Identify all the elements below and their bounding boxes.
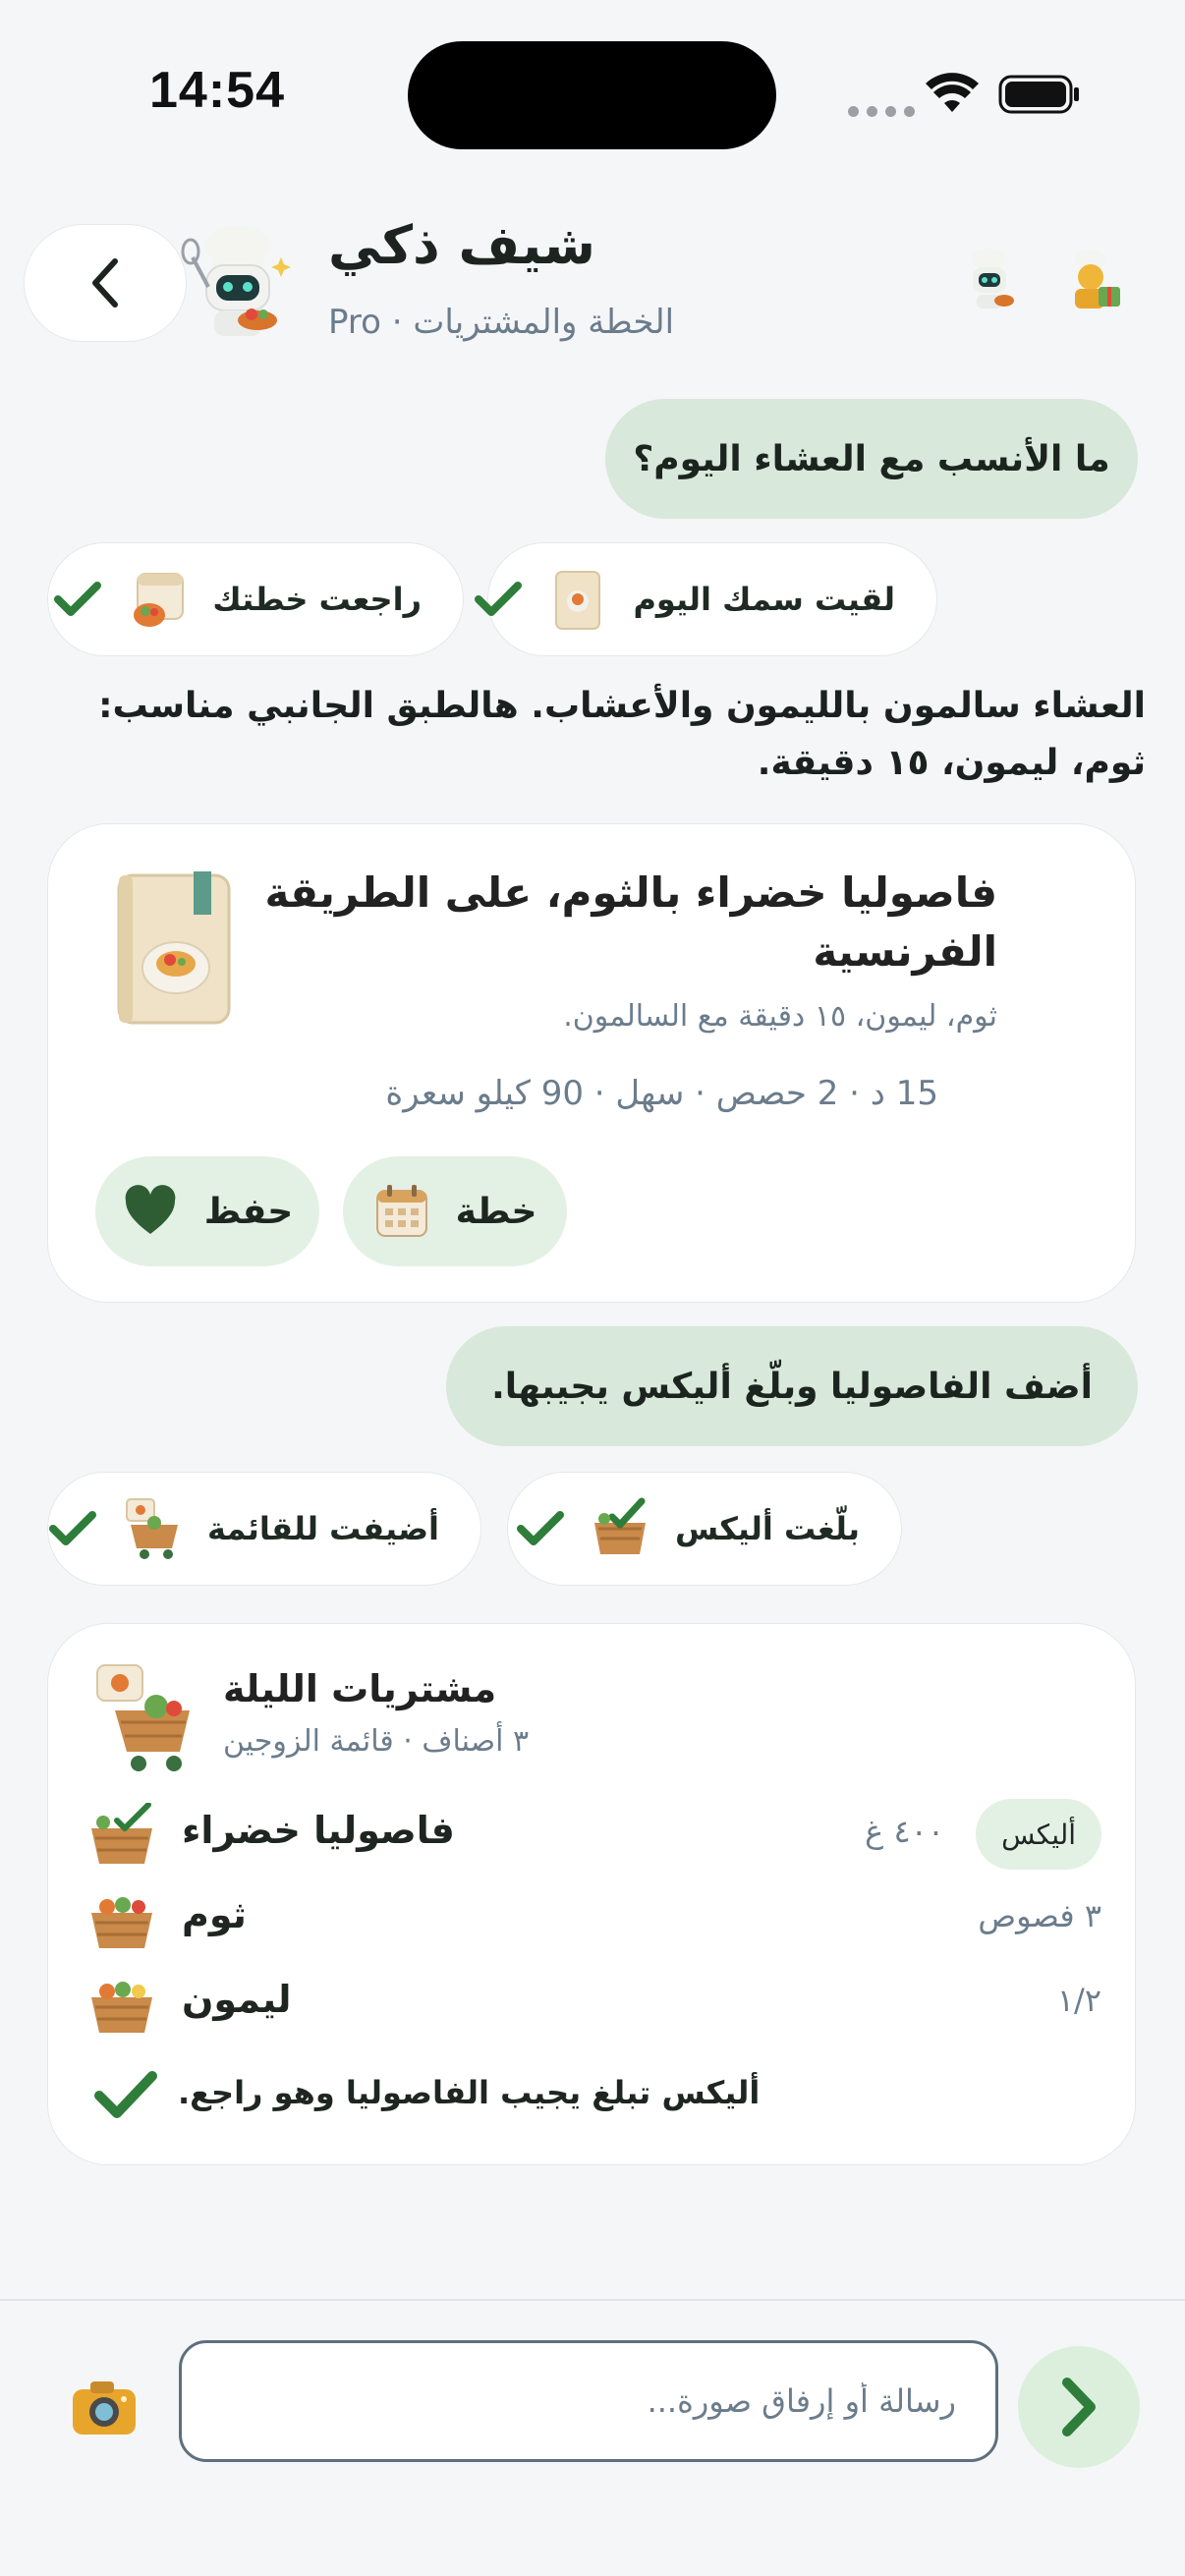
- composer-divider: [0, 2299, 1185, 2301]
- chip-label: لقيت سمك اليوم: [633, 581, 895, 618]
- recipe-card[interactable]: فاصوليا خضراء بالثوم، على الطريقة الفرنس…: [47, 823, 1136, 1303]
- user-message: أضف الفاصوليا وبلّغ أليكس يجيبها.: [446, 1326, 1138, 1446]
- shopping-item[interactable]: ثوم ٣ فصوص: [87, 1883, 1101, 1958]
- recipe-actions: حفظ خطة: [95, 1156, 567, 1266]
- recipe-book-icon: [117, 871, 231, 1025]
- dynamic-island: [408, 41, 776, 149]
- status-chip-added: أضيفت للقائمة: [47, 1472, 481, 1586]
- cart-list-icon: [126, 1498, 178, 1559]
- shopping-cart-icon: [96, 1664, 190, 1771]
- basket-icon: [91, 1803, 152, 1864]
- chat-header: شيف ذكي الخطة والمشتريات · Pro: [0, 196, 1185, 373]
- chip-label: أضيفت للقائمة: [207, 1510, 439, 1547]
- recipe-book-icon: [555, 571, 601, 630]
- wifi-icon: [926, 73, 979, 112]
- header-actions: [953, 244, 1128, 316]
- plan-button[interactable]: خطة: [343, 1156, 567, 1266]
- chevron-left-icon: [92, 258, 118, 308]
- chef-robot-icon[interactable]: [953, 244, 1026, 316]
- status-time: 14:54: [149, 62, 285, 119]
- shopping-item-name: فاصوليا خضراء: [182, 1809, 455, 1852]
- save-label: حفظ: [203, 1191, 294, 1232]
- basket-icon: [91, 1982, 152, 2033]
- battery-icon: [998, 75, 1079, 114]
- basket-icon: [91, 1897, 152, 1948]
- shopping-item-name: ليمون: [182, 1978, 292, 2021]
- check-icon: [54, 582, 102, 616]
- chip-label: بلّغت أليكس: [674, 1510, 860, 1547]
- message-input[interactable]: [179, 2340, 998, 2462]
- status-chip-notified: بلّغت أليكس: [507, 1472, 902, 1586]
- check-icon: [49, 1511, 96, 1545]
- send-button[interactable]: [1018, 2346, 1140, 2468]
- status-chip-plan: راجعت خطتك: [47, 542, 464, 656]
- save-button[interactable]: حفظ: [95, 1156, 319, 1266]
- shopping-item[interactable]: فاصوليا خضراء ٤٠٠ غ أليكس: [87, 1799, 1101, 1874]
- status-chip-fish: لقيت سمك اليوم: [475, 542, 937, 656]
- check-icon: [516, 1511, 564, 1545]
- plan-label: خطة: [455, 1191, 537, 1232]
- check-icon: [475, 582, 523, 616]
- calendar-icon: [375, 1185, 427, 1237]
- chat-subtitle: الخطة والمشتريات · Pro: [328, 303, 675, 342]
- basket-check-icon: [593, 1497, 646, 1554]
- shopping-note: أليكس تبلغ يجيب الفاصوليا وهو راجع.: [178, 2074, 761, 2111]
- camera-icon[interactable]: [69, 2372, 140, 2442]
- shopping-item-qty: ١/٢: [1056, 1982, 1101, 2019]
- recipe-description: ثوم، ليمون، ١٥ دقيقة مع السالمون.: [563, 999, 997, 1034]
- status-bar: 14:54: [0, 0, 1185, 187]
- shopping-item[interactable]: ليمون ١/٢: [87, 1968, 1101, 2043]
- recipe-meta: 15 د · 2 حصص · سهل · 90 كيلو سعرة: [385, 1074, 938, 1113]
- user-message: ما الأنسب مع العشاء اليوم؟: [605, 399, 1138, 519]
- assignee-badge: أليكس: [976, 1799, 1101, 1870]
- back-button[interactable]: [24, 224, 187, 342]
- chef-gift-icon[interactable]: [1055, 244, 1128, 316]
- shopping-list-card[interactable]: مشتريات الليلة ٣ أصناف · قائمة الزوجين ف…: [47, 1623, 1136, 2165]
- shopping-item-qty: ٣ فصوص: [978, 1897, 1101, 1934]
- shopping-list-subtitle: ٣ أصناف · قائمة الزوجين: [223, 1724, 530, 1759]
- calendar-plan-icon: [134, 573, 185, 627]
- shopping-item-qty: ٤٠٠ غ: [865, 1813, 944, 1850]
- chef-robot-icon: [181, 226, 291, 336]
- heart-icon: [125, 1185, 176, 1234]
- shopping-list-title: مشتريات الليلة: [223, 1667, 497, 1710]
- chat-screen: 14:54 شيف ذكي الخطة والمشتريات · Pro ما …: [0, 0, 1185, 2576]
- recipe-title: فاصوليا خضراء بالثوم، على الطريقة الفرنس…: [264, 868, 997, 976]
- cellular-signal-icon: [848, 106, 915, 117]
- assistant-message: العشاء سالمون بالليمون والأعشاب. هالطبق …: [98, 686, 1146, 783]
- shopping-item-name: ثوم: [182, 1893, 247, 1936]
- chevron-right-icon: [1062, 2378, 1096, 2436]
- chip-label: راجعت خطتك: [212, 581, 422, 618]
- chat-title: شيف ذكي: [328, 214, 596, 276]
- check-icon: [94, 2071, 157, 2118]
